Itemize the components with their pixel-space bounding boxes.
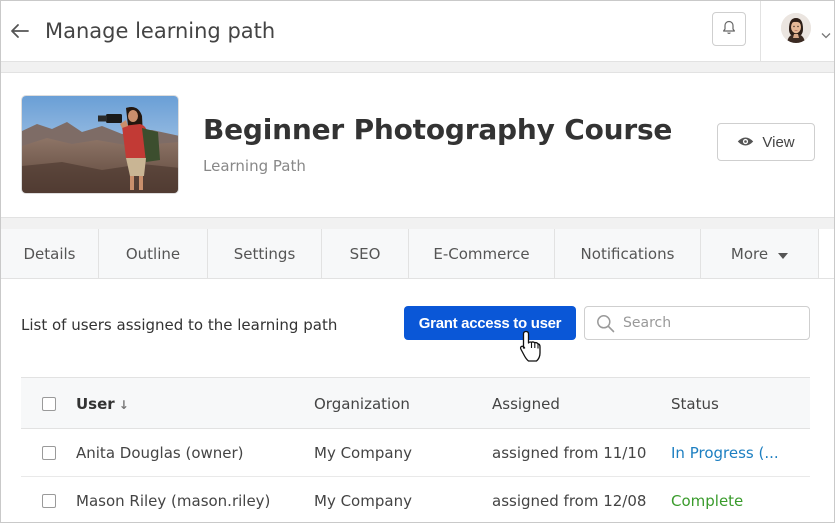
column-header-assigned[interactable]: Assigned (492, 395, 560, 413)
app-window: Manage learning path Beginner Photograph… (0, 0, 835, 523)
tab-more[interactable]: More (701, 229, 819, 278)
tab-label: SEO (349, 244, 381, 263)
tab-label: Details (23, 244, 76, 263)
list-description: List of users assigned to the learning p… (21, 316, 338, 334)
tab-label: More (730, 244, 769, 263)
caret-down-icon (778, 245, 789, 263)
select-all-checkbox[interactable] (42, 397, 56, 411)
chevron-down-icon (821, 24, 831, 43)
users-table: User ↓ Organization Assigned Status Anita… (21, 377, 810, 522)
notifications-button[interactable] (712, 12, 746, 46)
column-header-organization[interactable]: Organization (314, 395, 410, 413)
table-header: User ↓ Organization Assigned Status (21, 377, 810, 429)
avatar (781, 13, 811, 43)
row-checkbox[interactable] (42, 494, 56, 508)
tab-label: Outline (125, 244, 181, 263)
table-row: Mason Riley (mason.riley) My Company ass… (21, 477, 810, 522)
eye-icon (737, 134, 754, 151)
top-bar: Manage learning path (1, 1, 834, 62)
user-name[interactable]: Anita Douglas (owner) (76, 444, 244, 462)
section-spacer (1, 217, 834, 229)
grant-access-button[interactable]: Grant access to user (404, 306, 576, 340)
course-type: Learning Path (203, 157, 306, 175)
course-header: Beginner Photography Course Learning Pat… (1, 73, 834, 217)
column-header-label: User (76, 395, 115, 413)
bell-icon (722, 20, 736, 39)
arrow-left-icon[interactable] (10, 21, 30, 41)
tab-details[interactable]: Details (1, 229, 99, 278)
tab-settings[interactable]: Settings (208, 229, 322, 278)
tab-ecommerce[interactable]: E-Commerce (409, 229, 555, 278)
search-box[interactable] (584, 306, 810, 340)
status-link[interactable]: In Progress (... (671, 444, 779, 462)
tab-outline[interactable]: Outline (99, 229, 208, 278)
tab-seo[interactable]: SEO (322, 229, 409, 278)
sort-arrow-down-icon: ↓ (118, 398, 129, 412)
tab-bar-filler (819, 229, 834, 278)
column-header-status[interactable]: Status (671, 395, 719, 413)
organization: My Company (314, 492, 412, 510)
status-link[interactable]: Complete (671, 492, 743, 510)
search-icon (596, 314, 615, 337)
tab-label: Settings (233, 244, 296, 263)
course-title: Beginner Photography Course (203, 113, 673, 146)
page-title: Manage learning path (45, 19, 276, 43)
column-header-user[interactable]: User ↓ (76, 395, 129, 413)
course-thumbnail (21, 95, 179, 194)
section-spacer (1, 62, 834, 73)
tab-label: E-Commerce (433, 244, 530, 263)
divider (760, 1, 761, 61)
table-row: Anita Douglas (owner) My Company assigne… (21, 429, 810, 477)
row-checkbox[interactable] (42, 446, 56, 460)
assigned-date: assigned from 11/10 (492, 444, 647, 462)
user-menu[interactable] (781, 13, 831, 45)
tab-label: Notifications (580, 244, 675, 263)
tab-notifications[interactable]: Notifications (555, 229, 701, 278)
view-button-label: View (762, 133, 795, 151)
search-input[interactable] (623, 309, 803, 337)
organization: My Company (314, 444, 412, 462)
user-name[interactable]: Mason Riley (mason.riley) (76, 492, 270, 510)
view-button[interactable]: View (717, 123, 815, 161)
assigned-date: assigned from 12/08 (492, 492, 647, 510)
tab-bar: Details Outline Settings SEO E-Commerce … (1, 229, 834, 279)
